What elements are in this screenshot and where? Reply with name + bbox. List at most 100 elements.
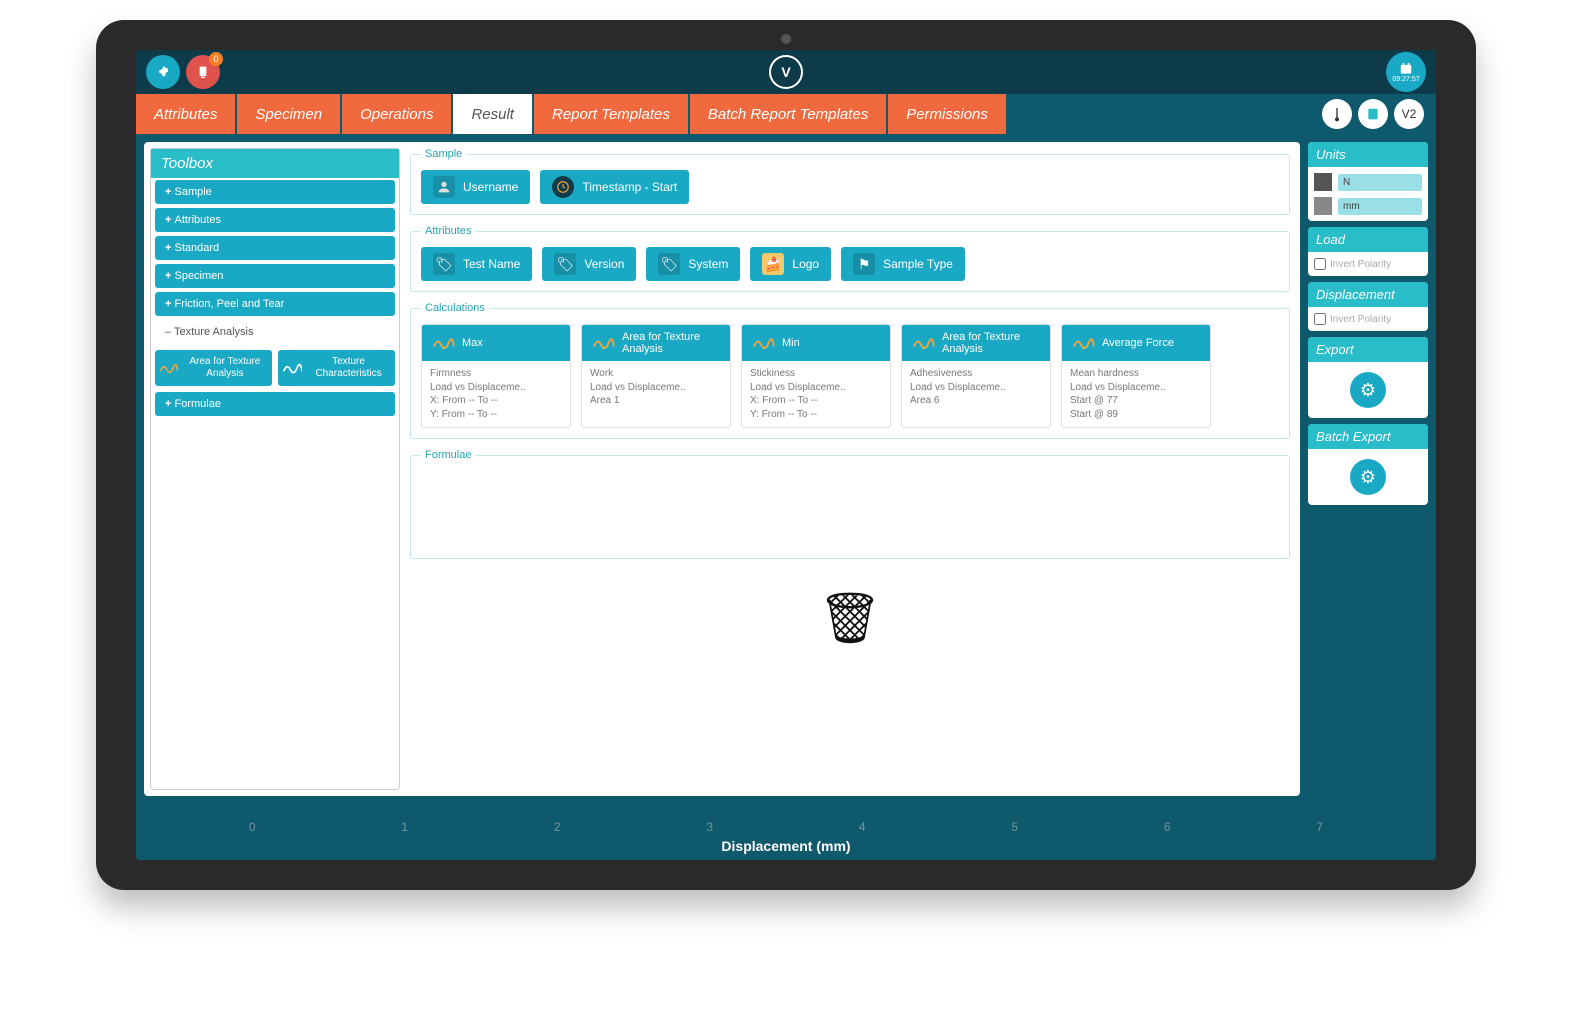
section-attributes: Attributes 🏷 Test Name 🏷 Version: [410, 225, 1290, 292]
axis-tick: 7: [1316, 820, 1323, 834]
app-screen: 0 V 09:27:57 Attributes Specimen Operati…: [136, 50, 1436, 860]
displacement-title: Displacement: [1308, 282, 1428, 307]
section-calculations: Calculations MaxFirmnessLoad vs Displace…: [410, 302, 1290, 439]
disp-invert-checkbox[interactable]: Invert Polarity: [1314, 313, 1422, 325]
logo-icon: 🍰: [762, 253, 784, 275]
clock-icon: [552, 176, 574, 198]
tab-permissions[interactable]: Permissions: [888, 94, 1006, 134]
length-unit-select[interactable]: mm: [1338, 198, 1422, 215]
wave-icon: [750, 332, 776, 354]
chip-version[interactable]: 🏷 Version: [542, 247, 636, 281]
tab-specimen[interactable]: Specimen: [237, 94, 340, 134]
toolbox-item-attributes[interactable]: Attributes: [155, 208, 395, 232]
toolbox-item-specimen[interactable]: Specimen: [155, 264, 395, 288]
trash-icon: 🗑: [818, 589, 881, 648]
app-body: Toolbox Sample Attributes Standard Speci…: [136, 134, 1436, 804]
trash-dropzone[interactable]: 🗑: [410, 569, 1290, 658]
axis-label: Displacement (mm): [136, 838, 1436, 854]
load-invert-checkbox[interactable]: Invert Polarity: [1314, 258, 1422, 270]
toolbox-title: Toolbox: [151, 149, 399, 178]
chip-username[interactable]: Username: [421, 170, 530, 204]
displacement-block: Displacement Invert Polarity: [1308, 282, 1428, 331]
batch-export-block: Batch Export ⚙: [1308, 424, 1428, 505]
chip-sample-type[interactable]: ⚑ Sample Type: [841, 247, 965, 281]
chip-system[interactable]: 🏷 System: [646, 247, 740, 281]
user-icon: [433, 176, 455, 198]
export-block: Export ⚙: [1308, 337, 1428, 418]
tab-result[interactable]: Result: [453, 94, 532, 134]
tag-icon: 🏷: [658, 253, 680, 275]
legend-calculations: Calculations: [421, 302, 489, 314]
calc-card[interactable]: MaxFirmnessLoad vs Displaceme..X: From -…: [421, 324, 571, 428]
section-formulae: Formulae: [410, 449, 1290, 559]
weight-icon: [1314, 173, 1332, 191]
force-unit-select[interactable]: N: [1338, 174, 1422, 191]
flag-icon: ⚑: [853, 253, 875, 275]
units-block: Units N mm: [1308, 142, 1428, 221]
chip-test-name[interactable]: 🏷 Test Name: [421, 247, 532, 281]
calc-body: WorkLoad vs Displaceme..Area 1: [582, 361, 730, 414]
design-area: Sample Username: [410, 148, 1294, 790]
calc-card[interactable]: Area for Texture AnalysisWorkLoad vs Dis…: [581, 324, 731, 428]
wave-icon: [1070, 332, 1096, 354]
axis-tick: 3: [706, 820, 713, 834]
axis-tick: 4: [859, 820, 866, 834]
axis-tick: 1: [401, 820, 408, 834]
legend-formulae: Formulae: [421, 449, 475, 461]
calc-body: AdhesivenessLoad vs Displaceme..Area 6: [902, 361, 1050, 414]
section-sample: Sample Username: [410, 148, 1290, 215]
wave-icon: [159, 356, 178, 380]
probe-icon[interactable]: [1322, 99, 1352, 129]
toolbox-item-friction[interactable]: Friction, Peel and Tear: [155, 292, 395, 316]
toolbox-card-area[interactable]: Area for Texture Analysis: [155, 350, 272, 386]
calc-card[interactable]: MinStickinessLoad vs Displaceme..X: From…: [741, 324, 891, 428]
calc-card[interactable]: Area for Texture AnalysisAdhesivenessLoa…: [901, 324, 1051, 428]
main-canvas: Toolbox Sample Attributes Standard Speci…: [144, 142, 1300, 796]
tab-attributes[interactable]: Attributes: [136, 94, 235, 134]
wave-icon: [282, 356, 302, 380]
tab-batch-report-templates[interactable]: Batch Report Templates: [690, 94, 886, 134]
axis-tick: 5: [1011, 820, 1018, 834]
tab-operations[interactable]: Operations: [342, 94, 451, 134]
tabs-row: Attributes Specimen Operations Result Re…: [136, 94, 1436, 134]
alert-badge: 0: [209, 52, 223, 66]
version-badge: V2: [1394, 99, 1424, 129]
toolbox-panel: Toolbox Sample Attributes Standard Speci…: [150, 148, 400, 790]
axis-tick: 0: [249, 820, 256, 834]
toolbox-item-standard[interactable]: Standard: [155, 236, 395, 260]
toolbox-item-sample[interactable]: Sample: [155, 180, 395, 204]
tab-report-templates[interactable]: Report Templates: [534, 94, 688, 134]
load-block: Load Invert Polarity: [1308, 227, 1428, 276]
calc-body: FirmnessLoad vs Displaceme..X: From -- T…: [422, 361, 570, 427]
calc-card[interactable]: Average ForceMean hardnessLoad vs Displa…: [1061, 324, 1211, 428]
legend-sample: Sample: [421, 148, 466, 160]
axis-strip: 0 1 2 3 4 5 6 7 Displacement (mm): [136, 804, 1436, 860]
tag-icon: 🏷: [433, 253, 455, 275]
legend-attributes: Attributes: [421, 225, 475, 237]
clock-button[interactable]: 09:27:57: [1386, 52, 1426, 92]
toolbox-card-texture[interactable]: Texture Characteristics: [278, 350, 395, 386]
run-button[interactable]: [146, 55, 180, 89]
app-logo: V: [769, 55, 803, 89]
export-settings-button[interactable]: ⚙: [1350, 372, 1386, 408]
axis-tick: 2: [554, 820, 561, 834]
chip-timestamp[interactable]: Timestamp - Start: [540, 170, 689, 204]
units-title: Units: [1308, 142, 1428, 167]
wave-icon: [430, 332, 456, 354]
toolbox-item-formulae[interactable]: Formulae: [155, 392, 395, 416]
right-panel: Units N mm Load: [1308, 142, 1428, 796]
device-alert-button[interactable]: 0: [186, 55, 220, 89]
toolbox-sub-texture[interactable]: Texture Analysis: [155, 320, 395, 344]
topbar: 0 V 09:27:57: [136, 50, 1436, 94]
axis-tick: 6: [1164, 820, 1171, 834]
calculator-icon[interactable]: [1358, 99, 1388, 129]
wave-icon: [910, 332, 936, 354]
batch-export-settings-button[interactable]: ⚙: [1350, 459, 1386, 495]
camera-dot: [781, 34, 791, 44]
chip-logo[interactable]: 🍰 Logo: [750, 247, 831, 281]
calc-body: Mean hardnessLoad vs Displaceme..Start @…: [1062, 361, 1210, 427]
batch-export-title: Batch Export: [1308, 424, 1428, 449]
load-title: Load: [1308, 227, 1428, 252]
calc-body: StickinessLoad vs Displaceme..X: From --…: [742, 361, 890, 427]
length-icon: [1314, 197, 1332, 215]
